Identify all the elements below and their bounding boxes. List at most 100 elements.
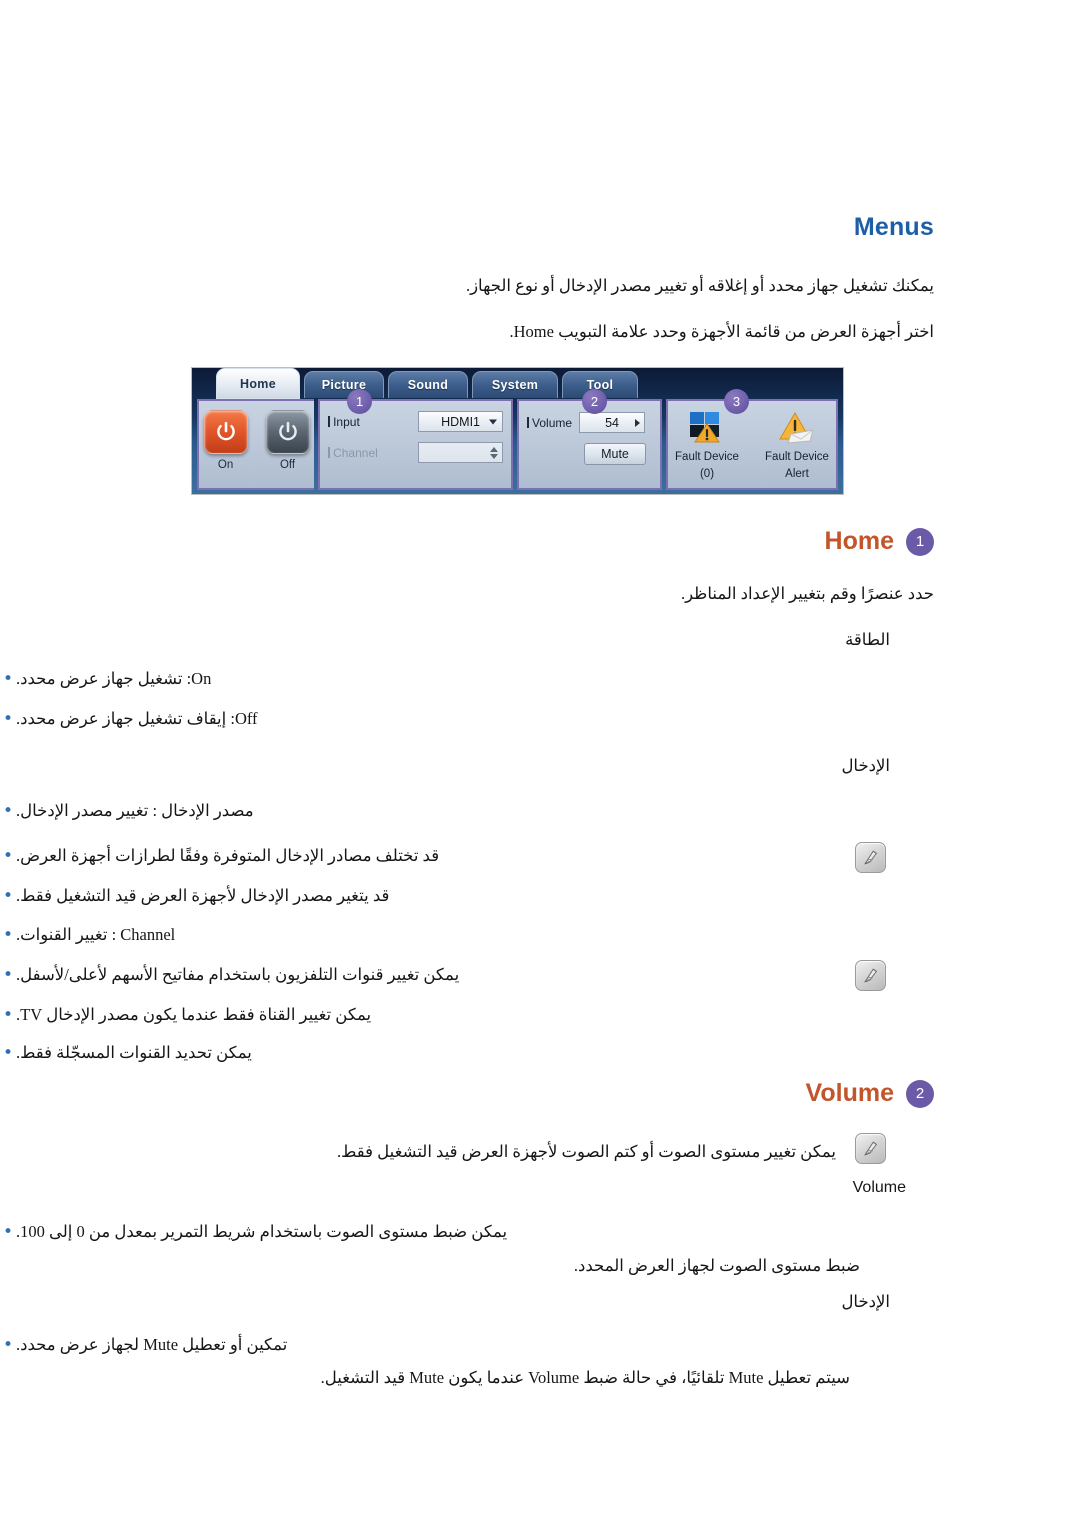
home-input-item-0: مصدر الإدخال : تغيير مصدر الإدخال.: [16, 801, 254, 820]
volume-mute-item-1: سيتم تعطيل Mute تلقائيًا، في حالة ضبط Vo…: [320, 1368, 850, 1387]
fault-alert-label-2: Alert: [785, 467, 809, 480]
list-item: يمكن تغيير القناة فقط عندما يكون مصدر ال…: [0, 1002, 860, 1028]
input-source-value: HDMI1: [441, 414, 481, 429]
bullet-icon: •: [2, 886, 14, 906]
power-off-icon[interactable]: [265, 410, 310, 454]
bullet-icon: •: [2, 1005, 14, 1025]
volume-value-field[interactable]: 54: [579, 412, 646, 433]
note-pencil-icon: [855, 1133, 886, 1164]
input-label-text: Input: [333, 414, 360, 429]
volume-item-0: يمكن ضبط مستوى الصوت باستخدام شريط التمر…: [16, 1222, 508, 1241]
volume-panel: 2 Volume 54 Mute: [517, 389, 662, 490]
channel-stepper[interactable]: [418, 442, 504, 463]
home-channel-note-2: يمكن تحديد القنوات المسجّلة فقط.: [16, 1043, 252, 1062]
home-channel-note-0: يمكن تغيير قنوات التلفزيون باستخدام مفات…: [16, 965, 460, 984]
list-item: يمكن ضبط مستوى الصوت باستخدام شريط التمر…: [0, 1219, 860, 1245]
list-item: مصدر الإدخال : تغيير مصدر الإدخال. •: [0, 798, 860, 824]
callout-badge-3: 3: [724, 389, 749, 414]
intro-paragraph-1: يمكنك تشغيل جهاز محدد أو إغلاقه أو تغيير…: [465, 276, 934, 295]
bullet-icon: •: [2, 1222, 14, 1242]
section-badge-home: 1: [906, 527, 934, 556]
volume-item-1: ضبط مستوى الصوت لجهاز العرض المحدد.: [573, 1256, 860, 1275]
list-item: Off: إيقاف تشغيل جهاز عرض محدد. •: [0, 706, 860, 732]
bullet-icon: •: [2, 669, 14, 689]
home-input-note-1: قد يتغير مصدر الإدخال لأجهزة العرض قيد ا…: [16, 886, 390, 905]
section-heading-home-label: Home: [824, 527, 894, 555]
input-label: Input: [328, 415, 412, 429]
list-item: قد تختلف مصادر الإدخال المتوفرة وفقًا لط…: [0, 843, 860, 869]
chevron-down-icon: [489, 419, 498, 424]
home-power-group-title: الطاقة: [845, 630, 890, 649]
chevron-right-icon[interactable]: [635, 418, 641, 427]
field-tick-icon: [527, 417, 530, 428]
bullet-icon: •: [2, 709, 14, 729]
input-field-row: Input HDMI1: [320, 411, 511, 432]
home-input-group-title: الإدخال: [841, 756, 890, 775]
bullet-icon: •: [2, 1335, 14, 1355]
mute-button[interactable]: Mute: [584, 443, 646, 465]
fault-alert-icon: [758, 408, 836, 448]
power-on-control[interactable]: On: [203, 410, 249, 471]
fault-device-control[interactable]: Fault Device (0): [668, 408, 746, 482]
volume-field-row: Volume 54: [519, 412, 660, 433]
callout-badge-1: 1: [347, 389, 373, 414]
channel-label-text: Channel: [333, 445, 378, 460]
list-item: يمكن تحديد القنوات المسجّلة فقط. •: [0, 1040, 860, 1066]
power-panel: On Off: [197, 399, 315, 490]
tab-home-label: Home: [240, 376, 276, 391]
power-on-label: On: [217, 459, 234, 471]
bullet-icon: •: [2, 925, 14, 945]
fault-device-label-2: (0): [699, 467, 715, 480]
tab-system[interactable]: System: [472, 371, 558, 398]
bullet-icon: •: [2, 965, 14, 985]
channel-field-row: Channel: [320, 442, 511, 463]
list-item: تمكين أو تعطيل Mute لجهاز عرض محدد. •: [0, 1332, 860, 1358]
panel-row: On Off 1 Input HDMI1 Channel 2 Volume 54…: [197, 389, 838, 490]
fault-device-icon: [668, 408, 746, 448]
list-item: يمكن تغيير قنوات التلفزيون باستخدام مفات…: [0, 962, 860, 988]
bullet-icon: •: [2, 1043, 14, 1063]
tab-picture[interactable]: Picture: [304, 371, 384, 398]
document-page: Menus يمكنك تشغيل جهاز محدد أو إغلاقه أو…: [0, 0, 1080, 1527]
section-heading-volume: Volume 2: [0, 1079, 934, 1108]
list-item: Channel : تغيير القنوات. •: [0, 922, 860, 948]
product-ui-screenshot: Home Picture Sound System Tool On Off 1 …: [191, 367, 844, 495]
list-item: On: تشغيل جهاز عرض محدد. •: [0, 666, 860, 692]
volume-mute-item-0: تمكين أو تعطيل Mute لجهاز عرض محدد.: [16, 1335, 288, 1354]
stepper-arrows-icon[interactable]: [490, 446, 499, 459]
volume-group-title: Volume: [852, 1179, 906, 1196]
volume-input-group-title: الإدخال: [841, 1292, 890, 1311]
input-source-select[interactable]: HDMI1: [418, 411, 504, 432]
page-title: Menus: [853, 213, 934, 241]
home-power-item-0: On: تشغيل جهاز عرض محدد.: [16, 669, 212, 688]
fault-panel: 3 Fault Device (0) Fault Device Alert: [666, 389, 838, 490]
section-heading-volume-label: Volume: [805, 1079, 894, 1107]
mute-button-label: Mute: [601, 447, 629, 461]
intro-paragraph-2: اختر أجهزة العرض من قائمة الأجهزة وحدد ع…: [509, 322, 935, 341]
home-input-note-0: قد تختلف مصادر الإدخال المتوفرة وفقًا لط…: [16, 846, 440, 865]
section-badge-volume: 2: [906, 1079, 934, 1108]
home-power-item-1: Off: إيقاف تشغيل جهاز عرض محدد.: [16, 709, 258, 728]
power-off-control[interactable]: Off: [265, 410, 311, 471]
list-item: قد يتغير مصدر الإدخال لأجهزة العرض قيد ا…: [0, 883, 860, 909]
channel-label: Channel: [328, 446, 412, 460]
fault-alert-label-1: Fault Device: [765, 451, 829, 463]
volume-value: 54: [605, 415, 620, 430]
field-tick-icon: [328, 447, 331, 458]
input-panel: 1 Input HDMI1 Channel: [318, 389, 514, 490]
volume-label: Volume: [527, 416, 572, 430]
tab-home[interactable]: Home: [216, 368, 300, 399]
home-channel-item-0: Channel : تغيير القنوات.: [16, 925, 176, 944]
power-on-icon[interactable]: [203, 410, 248, 454]
fault-alert-control[interactable]: Fault Device Alert: [758, 408, 836, 482]
tab-sound-label: Sound: [407, 378, 449, 392]
tab-sound[interactable]: Sound: [388, 371, 468, 398]
volume-note-text: يمكن تغيير مستوى الصوت أو كتم الصوت لأجه…: [337, 1142, 836, 1161]
tab-system-label: System: [491, 378, 539, 392]
home-channel-note-1: يمكن تغيير القناة فقط عندما يكون مصدر ال…: [16, 1005, 372, 1024]
home-lead-text: حدد عنصرًا وقم بتغيير الإعداد المناظر.: [680, 584, 934, 603]
power-off-label: Off: [279, 459, 296, 471]
fault-device-label-1: Fault Device: [675, 451, 739, 463]
callout-badge-2: 2: [582, 389, 608, 414]
volume-label-text: Volume: [532, 415, 573, 430]
